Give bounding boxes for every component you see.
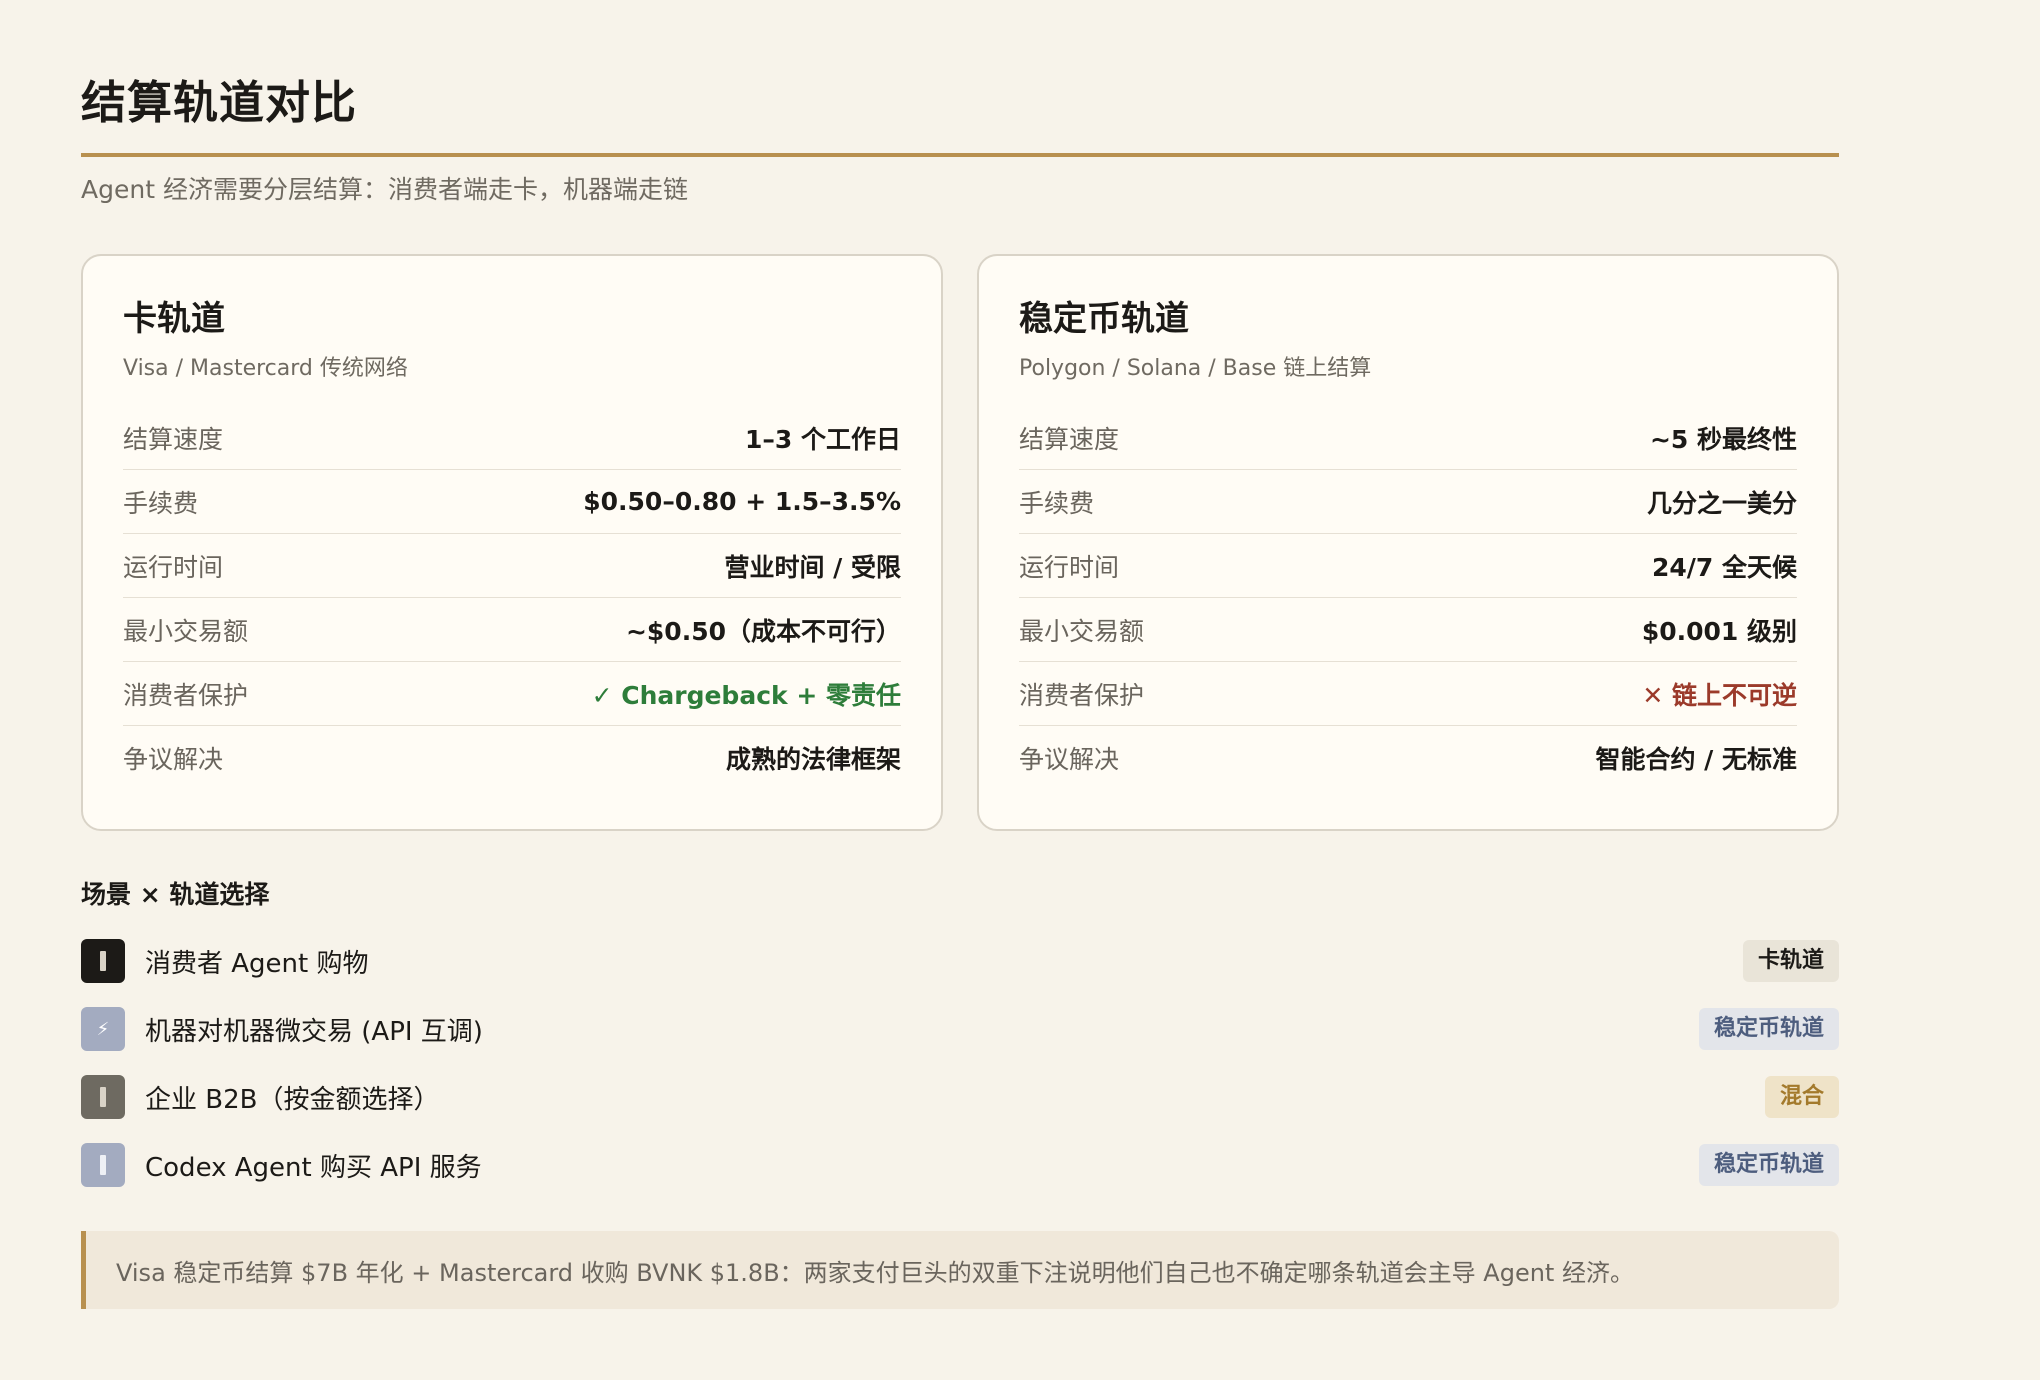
row-label: 争议解决	[1019, 744, 1120, 774]
rail-badge: 混合	[1764, 1076, 1839, 1118]
rail-badge: 稳定币轨道	[1698, 1144, 1839, 1186]
row-fee: 手续费 几分之一美分	[1019, 470, 1797, 534]
scenario-label: Codex Agent 购买 API 服务	[145, 1152, 482, 1183]
scenario-label: 机器对机器微交易 (API 互调)	[145, 1016, 483, 1047]
row-value: ✕ 链上不可逆	[1642, 680, 1797, 710]
scenario-label: 消费者 Agent 购物	[145, 948, 369, 979]
row-label: 最小交易额	[1019, 616, 1145, 646]
page: 结算轨道对比 Agent 经济需要分层结算：消费者端走卡，机器端走链 卡轨道 V…	[81, 60, 1839, 1309]
row-value: $0.001 级别	[1641, 616, 1797, 646]
row-label: 消费者保护	[1019, 680, 1145, 710]
row-label: 手续费	[1019, 488, 1095, 518]
card-subtitle: Polygon / Solana / Base 链上结算	[1019, 356, 1372, 381]
comparison-rows: 结算速度 1–3 个工作日 手续费 $0.50–0.80 + 1.5–3.5% …	[123, 406, 901, 789]
scenario-item: 企业 B2B（按金额选择） 混合	[81, 1063, 1839, 1131]
row-label: 运行时间	[1019, 552, 1120, 582]
callout-note: Visa 稳定币结算 $7B 年化 + Mastercard 收购 BVNK $…	[81, 1231, 1839, 1309]
building-icon	[81, 1075, 125, 1119]
row-label: 运行时间	[123, 552, 224, 582]
row-consumer-protection: 消费者保护 ✕ 链上不可逆	[1019, 662, 1797, 726]
row-value: 几分之一美分	[1646, 488, 1797, 518]
comparison-cards: 卡轨道 Visa / Mastercard 传统网络 结算速度 1–3 个工作日…	[81, 254, 1839, 831]
comparison-rows: 结算速度 ~5 秒最终性 手续费 几分之一美分 运行时间 24/7 全天候 最小…	[1019, 406, 1797, 789]
row-label: 手续费	[123, 488, 199, 518]
row-settlement-speed: 结算速度 ~5 秒最终性	[1019, 406, 1797, 470]
row-value: $0.50–0.80 + 1.5–3.5%	[583, 487, 901, 516]
scenario-label: 企业 B2B（按金额选择）	[145, 1084, 440, 1115]
row-value: ~5 秒最终性	[1649, 424, 1797, 454]
row-min-transaction: 最小交易额 ~$0.50（成本不可行）	[123, 598, 901, 662]
row-fee: 手续费 $0.50–0.80 + 1.5–3.5%	[123, 470, 901, 534]
scenarios-heading: 场景 × 轨道选择	[81, 880, 270, 909]
row-value: ✓ Chargeback + 零责任	[591, 680, 901, 710]
row-label: 最小交易额	[123, 616, 249, 646]
page-title: 结算轨道对比	[81, 76, 358, 129]
lightning-icon: ⚡	[81, 1007, 125, 1051]
row-dispute-resolution: 争议解决 智能合约 / 无标准	[1019, 726, 1797, 789]
row-dispute-resolution: 争议解决 成熟的法律框架	[123, 726, 901, 789]
card-title: 稳定币轨道	[1019, 299, 1189, 339]
rail-badge: 稳定币轨道	[1698, 1008, 1839, 1050]
code-icon	[81, 1143, 125, 1187]
row-value: 24/7 全天候	[1651, 552, 1797, 582]
shopping-icon	[81, 939, 125, 983]
card-title: 卡轨道	[123, 299, 225, 339]
row-settlement-speed: 结算速度 1–3 个工作日	[123, 406, 901, 470]
title-divider	[81, 153, 1839, 157]
row-value: 智能合约 / 无标准	[1595, 744, 1797, 774]
callout-text: Visa 稳定币结算 $7B 年化 + Mastercard 收购 BVNK $…	[116, 1258, 1634, 1287]
row-label: 结算速度	[123, 424, 224, 454]
page-subtitle: Agent 经济需要分层结算：消费者端走卡，机器端走链	[81, 175, 688, 204]
rail-badge: 卡轨道	[1742, 940, 1839, 982]
scenario-item: Codex Agent 购买 API 服务 稳定币轨道	[81, 1131, 1839, 1199]
row-value: 1–3 个工作日	[745, 424, 901, 454]
row-label: 结算速度	[1019, 424, 1120, 454]
row-min-transaction: 最小交易额 $0.001 级别	[1019, 598, 1797, 662]
row-uptime: 运行时间 营业时间 / 受限	[123, 534, 901, 598]
stablecoin-rail-card: 稳定币轨道 Polygon / Solana / Base 链上结算 结算速度 …	[977, 254, 1839, 831]
scenario-item: ⚡ 机器对机器微交易 (API 互调) 稳定币轨道	[81, 995, 1839, 1063]
row-label: 争议解决	[123, 744, 224, 774]
row-value: 成熟的法律框架	[725, 744, 901, 774]
row-value: ~$0.50（成本不可行）	[625, 616, 901, 646]
row-consumer-protection: 消费者保护 ✓ Chargeback + 零责任	[123, 662, 901, 726]
scenario-list: 消费者 Agent 购物 卡轨道 ⚡ 机器对机器微交易 (API 互调) 稳定币…	[81, 927, 1839, 1199]
card-rail-card: 卡轨道 Visa / Mastercard 传统网络 结算速度 1–3 个工作日…	[81, 254, 943, 831]
row-value: 营业时间 / 受限	[724, 552, 901, 582]
scenario-item: 消费者 Agent 购物 卡轨道	[81, 927, 1839, 995]
row-label: 消费者保护	[123, 680, 249, 710]
card-subtitle: Visa / Mastercard 传统网络	[123, 356, 408, 381]
row-uptime: 运行时间 24/7 全天候	[1019, 534, 1797, 598]
